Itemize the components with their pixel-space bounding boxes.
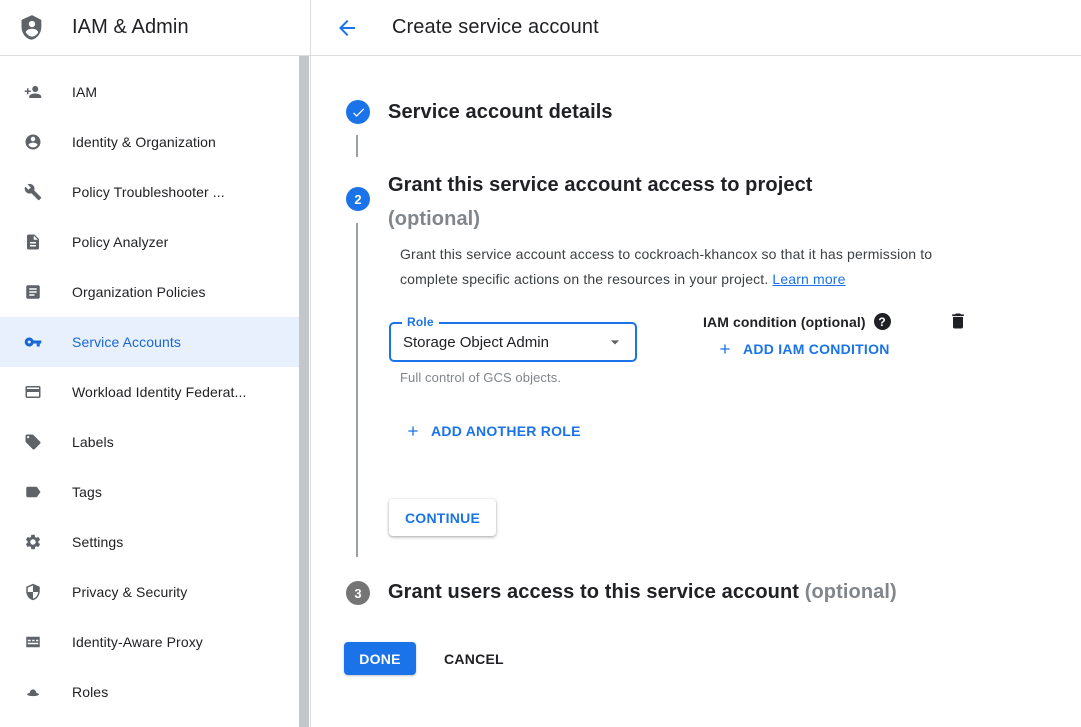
sidebar-item-label: Privacy & Security [72,584,187,600]
iam-admin-shield-icon [18,14,46,42]
sidebar-item-privacy-security[interactable]: Privacy & Security [0,567,299,617]
back-arrow-icon[interactable] [335,16,359,40]
tag-icon [24,433,42,451]
step2-number: 2 [354,192,361,207]
sidebar-header: IAM & Admin [0,0,311,55]
sidebar-nav: IAM Identity & Organization Policy Troub… [0,56,311,727]
create-service-account-form: Service account details 2 Grant this ser… [311,56,1081,727]
step3-optional-suffix: (optional) [805,581,897,603]
add-another-role-button[interactable]: ADD ANOTHER ROLE [405,423,581,439]
add-iam-condition-label: ADD IAM CONDITION [743,341,890,357]
add-another-role-label: ADD ANOTHER ROLE [431,423,581,439]
half-shield-icon [24,583,42,601]
step2-description: Grant this service account access to coc… [400,242,992,292]
step3-title: Grant users access to this service accou… [388,581,897,604]
step2-title-text: Grant this service account access to pro… [388,174,813,196]
account-circle-icon [24,133,42,151]
card-icon [24,383,42,401]
step1-completed-check-icon [346,100,370,124]
page-title: Create service account [392,16,599,39]
sidebar-item-policy-troubleshooter[interactable]: Policy Troubleshooter ... [0,167,299,217]
policy-analyzer-icon [24,233,42,251]
sidebar-item-policy-analyzer[interactable]: Policy Analyzer [0,217,299,267]
step-connector [356,135,358,157]
add-iam-condition-button[interactable]: ADD IAM CONDITION [717,341,890,357]
iam-condition-header: IAM condition (optional) ? [703,313,891,330]
sidebar-item-label: Identity-Aware Proxy [72,634,203,650]
step1-title: Service account details [388,101,613,124]
step3-number: 3 [354,586,361,601]
sidebar-item-label: Labels [72,434,114,450]
step-connector [356,223,358,557]
gear-icon [24,533,42,551]
plus-icon [717,341,733,357]
sidebar-item-identity-organization[interactable]: Identity & Organization [0,117,299,167]
sidebar-item-iam[interactable]: IAM [0,67,299,117]
sidebar-item-label: Settings [72,534,123,550]
sidebar-item-label: Policy Analyzer [72,234,168,250]
iam-admin-console: IAM & Admin Create service account IAM I… [0,0,1081,727]
done-button[interactable]: DONE [344,642,416,675]
help-icon[interactable]: ? [874,313,891,330]
label-arrow-icon [24,483,42,501]
sidebar-item-labels[interactable]: Labels [0,417,299,467]
sidebar-item-label: Tags [72,484,102,500]
sidebar-item-label: Workload Identity Federat... [72,384,247,400]
sidebar-item-label: Identity & Organization [72,134,216,150]
delete-role-button[interactable] [948,311,970,333]
person-add-icon [24,83,42,101]
article-icon [24,283,42,301]
sidebar-item-roles[interactable]: Roles [0,667,299,717]
role-helper-text: Full control of GCS objects. [400,370,561,385]
step3-circle: 3 [346,581,370,605]
sidebar-item-label: Service Accounts [72,334,181,350]
sidebar-items: IAM Identity & Organization Policy Troub… [0,67,299,717]
sidebar-item-label: Organization Policies [72,284,206,300]
sidebar-item-tags[interactable]: Tags [0,467,299,517]
trash-icon [948,311,968,331]
step3-title-text: Grant users access to this service accou… [388,581,799,603]
cancel-button[interactable]: CANCEL [444,642,504,675]
iam-condition-label: IAM condition (optional) [703,314,866,330]
role-select-value: Storage Object Admin [403,324,549,360]
chevron-down-icon [605,332,625,352]
plus-icon [405,423,421,439]
sidebar-item-label: IAM [72,84,97,100]
step2-optional-suffix: (optional) [388,208,480,230]
sidebar-item-service-accounts[interactable]: Service Accounts [0,317,299,367]
striped-box-icon [24,633,42,651]
sidebar-item-settings[interactable]: Settings [0,517,299,567]
service-account-key-icon [24,333,42,351]
product-title: IAM & Admin [72,16,189,39]
continue-button[interactable]: CONTINUE [389,499,496,536]
sidebar-scrollbar[interactable] [299,56,309,727]
wrench-icon [24,183,42,201]
step2-description-text: Grant this service account access to coc… [400,246,932,287]
top-header: IAM & Admin Create service account [0,0,1081,56]
sidebar-item-organization-policies[interactable]: Organization Policies [0,267,299,317]
page-header: Create service account [311,0,1081,55]
sidebar-item-label: Roles [72,684,108,700]
sidebar-item-label: Policy Troubleshooter ... [72,184,225,200]
learn-more-link[interactable]: Learn more [772,271,845,287]
step2-title: Grant this service account access to pro… [388,168,948,236]
hat-icon [24,683,42,701]
role-select[interactable]: Role Storage Object Admin [389,322,637,362]
sidebar-item-workload-identity-federation[interactable]: Workload Identity Federat... [0,367,299,417]
step2-circle: 2 [346,187,370,211]
sidebar-item-identity-aware-proxy[interactable]: Identity-Aware Proxy [0,617,299,667]
